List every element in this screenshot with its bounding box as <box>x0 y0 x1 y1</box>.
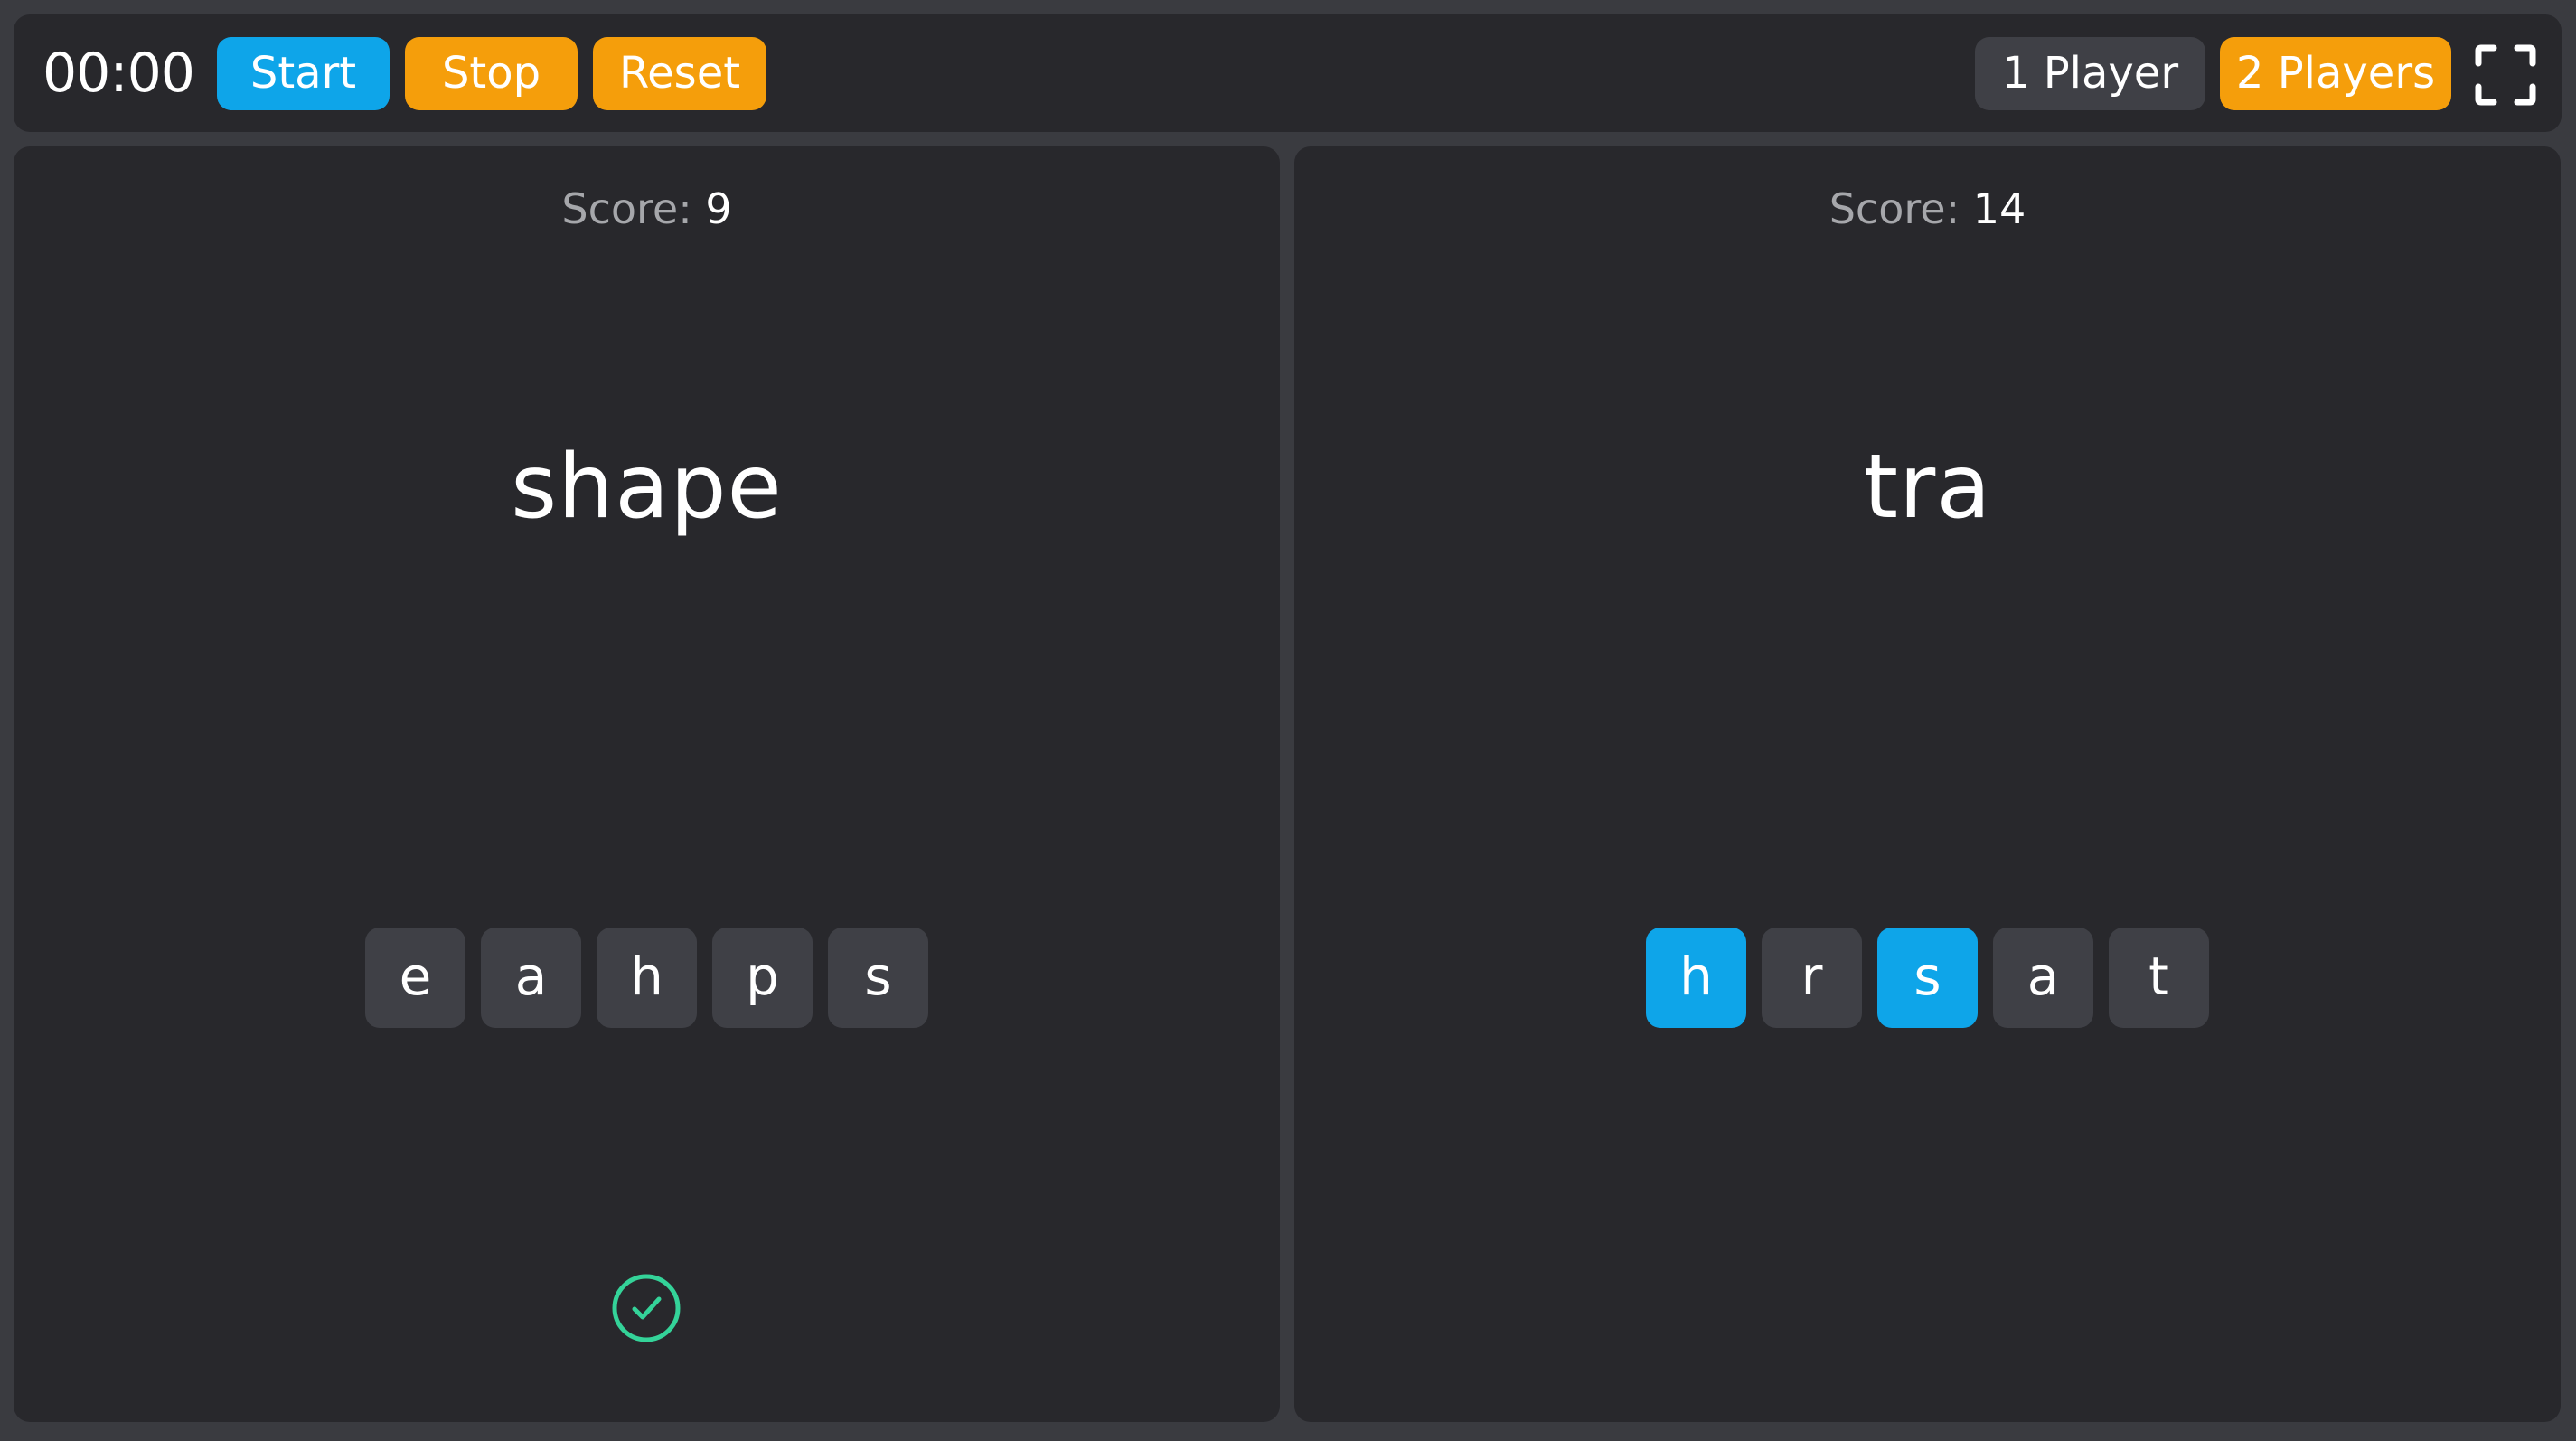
player-1-panel: Score: 9 shape e a h p s <box>14 146 1280 1422</box>
timer-display: 00:00 <box>42 42 195 105</box>
player-2-score: Score: 14 <box>1294 184 2561 233</box>
letter-tile[interactable]: h <box>597 928 697 1028</box>
one-player-button[interactable]: 1 Player <box>1975 37 2205 110</box>
letter-tile[interactable]: a <box>1993 928 2093 1028</box>
two-players-button[interactable]: 2 Players <box>2220 37 2451 110</box>
score-label: Score: <box>1829 184 1960 233</box>
letter-tile[interactable]: t <box>2109 928 2209 1028</box>
player-1-letter-tiles: e a h p s <box>14 928 1280 1028</box>
start-button[interactable]: Start <box>217 37 390 110</box>
score-value: 14 <box>1972 184 2026 233</box>
reset-button[interactable]: Reset <box>593 37 766 110</box>
check-circle-icon <box>612 1274 681 1342</box>
letter-tile[interactable]: r <box>1762 928 1862 1028</box>
letter-tile[interactable]: p <box>712 928 813 1028</box>
player-2-word: tra <box>1863 436 1992 539</box>
player-2-panel: Score: 14 tra h r s a t <box>1294 146 2561 1422</box>
letter-tile[interactable]: e <box>365 928 465 1028</box>
letter-tile[interactable]: h <box>1646 928 1746 1028</box>
stop-button[interactable]: Stop <box>405 37 578 110</box>
player-2-letter-tiles: h r s a t <box>1294 928 2561 1028</box>
letter-tile[interactable]: a <box>481 928 581 1028</box>
player-1-score: Score: 9 <box>14 184 1280 233</box>
score-label: Score: <box>561 184 692 233</box>
letter-tile[interactable]: s <box>1877 928 1978 1028</box>
top-toolbar: 00:00 Start Stop Reset 1 Player 2 Player… <box>14 14 2562 132</box>
fullscreen-icon[interactable] <box>2474 43 2537 107</box>
score-value: 9 <box>705 184 732 233</box>
letter-tile[interactable]: s <box>828 928 928 1028</box>
player-1-word: shape <box>511 436 783 539</box>
